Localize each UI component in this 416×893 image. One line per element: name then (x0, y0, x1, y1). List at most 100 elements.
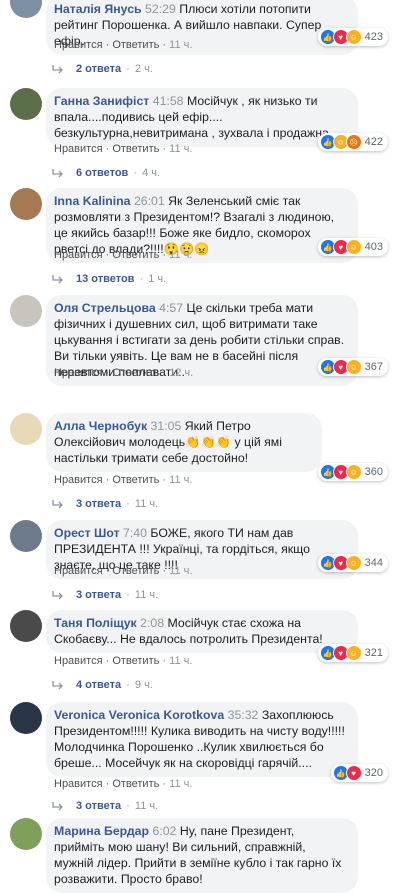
reaction-count: 321 (364, 647, 383, 659)
comment-timestamp[interactable]: 26:01 (134, 194, 165, 208)
reply-link[interactable]: Ответить (112, 143, 159, 155)
haha-icon: ☺ (345, 555, 362, 571)
reaction-count: 344 (364, 557, 383, 569)
comment-age[interactable]: 11 ч. (169, 655, 192, 667)
haha-icon: ☺ (345, 645, 362, 661)
comment-timestamp[interactable]: 41:58 (153, 94, 184, 108)
reply-link[interactable]: Ответить (112, 39, 159, 51)
comment-author[interactable]: Таня Поліщук (54, 616, 137, 630)
haha-icon: ☺ (345, 239, 362, 255)
replies-count[interactable]: 3 ответа (76, 498, 121, 510)
replies-link[interactable]: 13 ответов · 1 ч. (52, 273, 166, 285)
comment-actions: Нравится · Ответить · 11 ч. (54, 474, 193, 486)
reactions-summary[interactable]: 👍 ♥ ☺ 360 (317, 463, 388, 481)
reply-arrow-icon (52, 591, 63, 600)
comment-author[interactable]: Ганна Занифіст (54, 94, 149, 108)
avatar[interactable] (10, 188, 42, 220)
reactions-summary[interactable]: 👍 ♥ ☺ 321 (317, 644, 388, 662)
replies-link[interactable]: 3 ответа · 11 ч. (52, 589, 158, 601)
reply-link[interactable]: Ответить (112, 565, 159, 577)
reply-link[interactable]: Ответить (112, 367, 159, 379)
comment-timestamp[interactable]: 31:05 (151, 419, 182, 433)
like-link[interactable]: Нравится (54, 39, 103, 51)
comment-actions: Нравится · Ответить · 11 ч. (54, 39, 193, 51)
comment-actions: Нравится · Ответить · 11 ч. (54, 778, 193, 790)
like-link[interactable]: Нравится (54, 655, 103, 667)
like-link[interactable]: Нравится (54, 565, 103, 577)
reactions-summary[interactable]: 👍 ♥ ☺ 423 (317, 28, 388, 46)
comment-timestamp[interactable]: 7:40 (123, 526, 147, 540)
replies-link[interactable]: 3 ответа · 11 ч. (52, 800, 158, 812)
replies-link[interactable]: 6 ответов · 4 ч. (52, 167, 160, 179)
comment-actions: Нравится · Ответить · 11 ч. (54, 655, 193, 667)
comment-age[interactable]: 11 ч. (169, 39, 192, 51)
comment-actions: Нравится · Ответить · 12 ч. (54, 367, 194, 379)
reactions-summary[interactable]: 👍 ♥ ☺ 344 (317, 554, 388, 572)
reaction-count: 320 (364, 767, 383, 779)
replies-link[interactable]: 3 ответа · 11 ч. (52, 498, 158, 510)
reactions-summary[interactable]: 👍 ♥ ☺ 367 (317, 358, 388, 376)
replies-link[interactable]: 2 ответа · 2 ч. (52, 63, 153, 75)
comment-bubble: Таня Поліщук 2:08 Мосійчук стає схожа на… (46, 610, 358, 653)
reply-arrow-icon (52, 169, 63, 178)
reply-link[interactable]: Ответить (112, 778, 159, 790)
replies-count[interactable]: 3 ответа (76, 800, 121, 812)
comment-age[interactable]: 11 ч. (169, 143, 192, 155)
comment-actions: Нравится · Ответить · 11 ч. (54, 249, 193, 261)
comment-author[interactable]: Inna Kalinina (54, 194, 131, 208)
replies-count[interactable]: 2 ответа (76, 63, 121, 75)
comment-author[interactable]: Наталія Янусь (54, 2, 142, 16)
avatar[interactable] (10, 702, 42, 734)
comment-author[interactable]: Алла Чернобук (54, 419, 147, 433)
replies-count[interactable]: 4 ответа (76, 679, 121, 691)
comment-timestamp[interactable]: 4:57 (159, 301, 183, 315)
comment-timestamp[interactable]: 6:02 (152, 824, 176, 838)
replies-age: 11 ч. (134, 589, 159, 601)
comment-author[interactable]: Марина Бердар (54, 824, 149, 838)
comment-timestamp[interactable]: 2:08 (140, 616, 164, 630)
comment-author[interactable]: Veronica Veronica Korotkova (54, 708, 224, 722)
reactions-summary[interactable]: 👍 ♥ ☺ 403 (317, 238, 388, 256)
reply-arrow-icon (52, 681, 63, 690)
comment-age[interactable]: 11 ч. (169, 565, 192, 577)
replies-age: 1 ч. (148, 273, 167, 285)
comment-age[interactable]: 11 ч. (169, 249, 192, 261)
comment-author[interactable]: Оля Стрельцова (54, 301, 156, 315)
haha-icon: ☺ (345, 359, 362, 375)
avatar[interactable] (10, 520, 42, 552)
reply-link[interactable]: Ответить (112, 474, 159, 486)
reaction-count: 403 (364, 241, 383, 253)
reply-link[interactable]: Ответить (112, 249, 159, 261)
like-link[interactable]: Нравится (54, 474, 103, 486)
like-link[interactable]: Нравится (54, 249, 103, 261)
like-link[interactable]: Нравится (54, 143, 103, 155)
comment-actions: Нравится · Ответить · 11 ч. (54, 565, 193, 577)
reply-arrow-icon (52, 802, 63, 811)
comment-age[interactable]: 12 ч. (169, 367, 193, 379)
comment-age[interactable]: 11 ч. (169, 474, 192, 486)
reply-link[interactable]: Ответить (112, 655, 159, 667)
avatar[interactable] (10, 295, 42, 327)
replies-count[interactable]: 13 ответов (76, 273, 134, 285)
replies-link[interactable]: 4 ответа · 9 ч. (52, 679, 153, 691)
replies-count[interactable]: 6 ответов (76, 167, 128, 179)
reaction-count: 360 (364, 466, 383, 478)
avatar[interactable] (10, 610, 42, 642)
replies-count[interactable]: 3 ответа (76, 589, 121, 601)
comment-timestamp[interactable]: 52:29 (145, 2, 176, 16)
reaction-count: 423 (364, 31, 383, 43)
comment-timestamp[interactable]: 35:32 (228, 708, 259, 722)
replies-age: 11 ч. (134, 498, 159, 510)
reactions-summary[interactable]: 👍 ☺ ☹ 422 (317, 133, 388, 151)
reactions-summary[interactable]: 👍 ♥ 320 (330, 764, 388, 782)
avatar[interactable] (10, 0, 42, 18)
like-link[interactable]: Нравится (54, 778, 103, 790)
avatar[interactable] (10, 88, 42, 120)
like-link[interactable]: Нравится (54, 367, 103, 379)
comment-bubble: Алла Чернобук 31:05 Який Петро Олексійов… (46, 413, 322, 472)
replies-age: 11 ч. (134, 800, 159, 812)
comment-age[interactable]: 11 ч. (169, 778, 192, 790)
comment-author[interactable]: Орест Шот (54, 526, 120, 540)
avatar[interactable] (10, 818, 42, 850)
avatar[interactable] (10, 413, 42, 445)
